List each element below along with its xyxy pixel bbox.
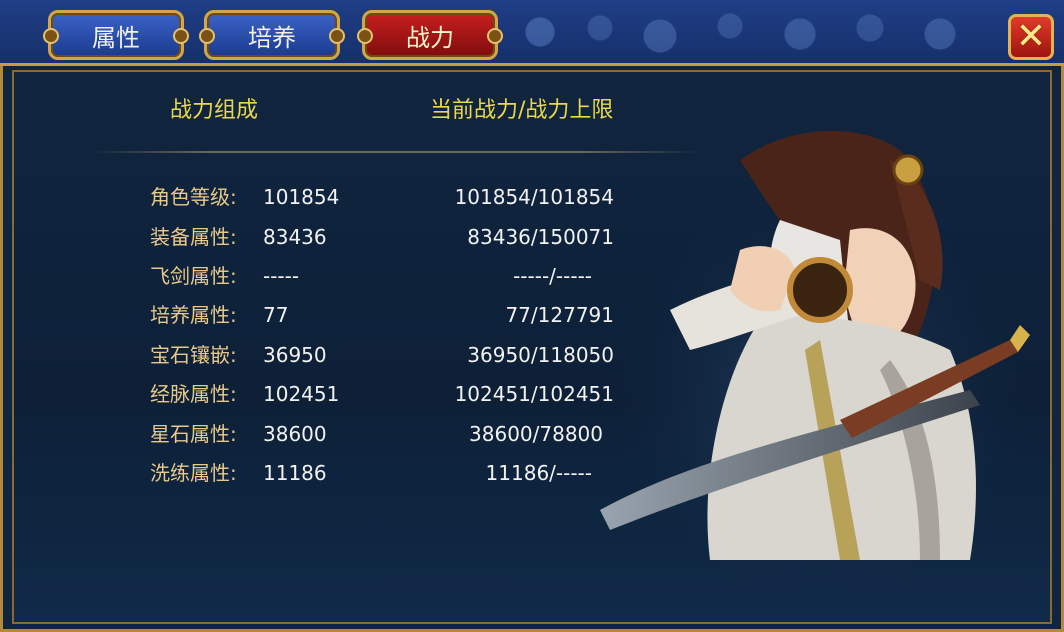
tab-ornament-icon [357,28,373,44]
stat-ratio: 38600/78800 [469,422,603,446]
stat-value: 101854 [263,185,340,209]
tab-label: 战力 [406,23,454,52]
stat-value: 11186 [263,461,327,485]
stat-ratio: -----/----- [513,264,592,288]
stat-ratio: 11186/----- [485,461,592,485]
stat-label: 培养属性: [150,303,237,327]
close-button[interactable]: ✕ [1008,14,1054,60]
stat-value: 77 [263,303,289,327]
header-current-max: 当前战力/战力上限 [430,98,614,123]
stat-value: 83436 [263,225,327,249]
stat-label: 宝石镶嵌: [150,343,237,367]
hero-portrait [600,131,1030,590]
tab-combat-power[interactable]: 战力 [357,10,503,60]
tab-training[interactable]: 培养 [199,10,345,60]
tab-ornament-icon [173,28,189,44]
close-x-icon: ✕ [1015,16,1047,57]
tab-ornament-icon [329,28,345,44]
cloud-pattern [510,8,990,56]
tab-ornament-icon [199,28,215,44]
stat-label: 角色等级: [150,185,237,209]
stat-label: 经脉属性: [150,382,237,406]
stat-value: 102451 [263,382,340,406]
tab-ornament-icon [487,28,503,44]
stat-label: 洗练属性: [150,461,237,485]
stat-label: 星石属性: [150,422,237,446]
stat-label: 装备属性: [150,225,237,249]
stat-label: 飞剑属性: [150,264,237,288]
tab-label: 属性 [92,23,140,52]
header-composition: 战力组成 [170,98,259,123]
tab-label: 培养 [248,23,296,52]
stat-value: ----- [263,264,300,288]
stat-value: 38600 [263,422,327,446]
stat-value: 36950 [263,343,327,367]
tab-ornament-icon [43,28,59,44]
tab-attributes[interactable]: 属性 [43,10,189,60]
